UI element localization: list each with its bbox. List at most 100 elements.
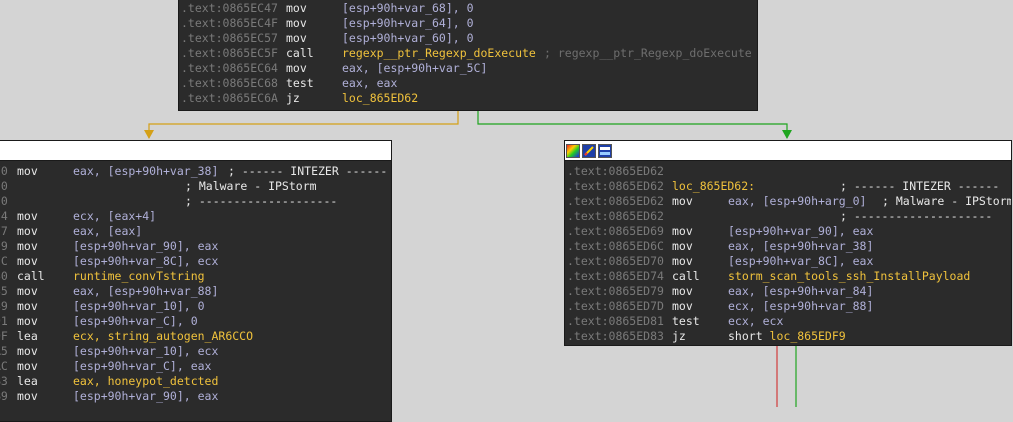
- code-address: .text:0865ED81: [567, 314, 664, 328]
- code-operands[interactable]: [esp+90h+var_8C], eax: [728, 254, 873, 269]
- code-line[interactable]: .text:0865ED81 test ecx, ecx: [565, 314, 1011, 329]
- code-operands[interactable]: [esp+90h+var_10], ecx: [73, 344, 218, 359]
- code-line[interactable]: .text:0865ED74 call storm_scan_tools_ssh_I…: [565, 269, 1011, 284]
- code-mnemonic: mov: [672, 254, 693, 268]
- top-basic-block[interactable]: .text:0865EC47 mov [esp+90h+var_68], 0 .tex…: [178, 0, 758, 111]
- code-line[interactable]: 9F lea ecx, string_autogen_AR6CCO: [0, 329, 391, 344]
- code-mnemonic: mov: [672, 194, 693, 208]
- code-line[interactable]: AC mov [esp+90h+var_C], eax: [0, 359, 391, 374]
- code-operands[interactable]: eax, [esp+90h+var_38]: [728, 239, 873, 254]
- code-operands[interactable]: eax, [esp+90h+var_84]: [728, 284, 873, 299]
- code-operands[interactable]: [esp+90h+var_8C], ecx: [73, 254, 218, 269]
- code-line[interactable]: 85 mov eax, [esp+90h+var_88]: [0, 284, 391, 299]
- code-line[interactable]: 70 ; Malware - IPStorm: [0, 179, 391, 194]
- code-line[interactable]: .text:0865ED6C mov eax, [esp+90h+var_38]: [565, 239, 1011, 254]
- code-address: 77: [0, 224, 8, 238]
- code-operands[interactable]: eax, eax: [342, 76, 397, 91]
- code-line[interactable]: .text:0865ED62: [565, 164, 1011, 179]
- left-basic-block[interactable]: 70 mov eax, [esp+90h+var_38] ; ------ INTEZ…: [0, 140, 392, 422]
- code-line[interactable]: 74 mov ecx, [eax+4]: [0, 209, 391, 224]
- code-line[interactable]: 70 ; --------------------: [0, 194, 391, 209]
- code-line[interactable]: .text:0865ED69 mov [esp+90h+var_90], eax: [565, 224, 1011, 239]
- code-line[interactable]: .text:0865EC47 mov [esp+90h+var_68], 0: [179, 1, 757, 16]
- code-line[interactable]: .text:0865ED62 ; --------------------: [565, 209, 1011, 224]
- code-mnemonic: lea: [17, 329, 38, 343]
- code-address: .text:0865EC57: [181, 31, 278, 45]
- code-mnemonic: jz: [286, 91, 300, 105]
- code-operands[interactable]: storm_scan_tools_ssh_InstallPayload: [728, 269, 970, 284]
- code-operands[interactable]: ecx, [esp+90h+var_88]: [728, 299, 873, 314]
- code-line[interactable]: .text:0865EC68 test eax, eax: [179, 76, 757, 91]
- code-address: AC: [0, 359, 8, 373]
- code-mnemonic: mov: [17, 164, 38, 178]
- edge-false-arrowhead: [144, 130, 154, 139]
- code-operands[interactable]: short loc_865EDF9: [728, 329, 846, 344]
- code-operands[interactable]: [esp+90h+var_10], 0: [73, 299, 205, 314]
- code-line[interactable]: .text:0865EC4F mov [esp+90h+var_64], 0: [179, 16, 757, 31]
- code-address: .text:0865ED62: [567, 194, 664, 208]
- code-operands[interactable]: eax, [esp+90h+arg_0]: [728, 194, 866, 209]
- code-line[interactable]: .text:0865ED62 mov eax, [esp+90h+arg_0] ; M…: [565, 194, 1011, 209]
- code-address: .text:0865ED62: [567, 179, 664, 193]
- code-operands[interactable]: [esp+90h+var_90], eax: [728, 224, 873, 239]
- code-operands[interactable]: eax, [esp+90h+var_88]: [73, 284, 218, 299]
- code-line[interactable]: .text:0865EC64 mov eax, [esp+90h+var_5C]: [179, 61, 757, 76]
- code-line[interactable]: 80 call runtime_convTstring: [0, 269, 391, 284]
- code-address: B9: [0, 389, 8, 403]
- code-line[interactable]: 70 mov eax, [esp+90h+var_38] ; ------ INTEZ…: [0, 164, 391, 179]
- code-line[interactable]: .text:0865ED62 loc_865ED62: ; ------ INTEZ…: [565, 179, 1011, 194]
- edit-node-icon[interactable]: [582, 143, 596, 158]
- code-operands[interactable]: [esp+90h+var_C], eax: [73, 359, 211, 374]
- code-mnemonic: mov: [17, 254, 38, 268]
- code-mnemonic: mov: [17, 224, 38, 238]
- right-block-titlebar: [565, 141, 1011, 161]
- graph-overview-icon[interactable]: [598, 143, 612, 158]
- color-palette-icon[interactable]: [566, 143, 580, 158]
- code-operands[interactable]: eax, [eax]: [73, 224, 142, 239]
- code-address: .text:0865ED7D: [567, 299, 664, 313]
- code-line[interactable]: .text:0865ED70 mov [esp+90h+var_8C], eax: [565, 254, 1011, 269]
- code-line[interactable]: A5 mov [esp+90h+var_10], ecx: [0, 344, 391, 359]
- code-line[interactable]: .text:0865EC6A jz loc_865ED62: [179, 91, 757, 106]
- code-operands[interactable]: ecx, [eax+4]: [73, 209, 156, 224]
- code-operands[interactable]: eax, honeypot_detcted: [73, 374, 218, 389]
- code-mnemonic: mov: [672, 284, 693, 298]
- right-basic-block[interactable]: .text:0865ED62 .text:0865ED62 loc_865ED62:…: [564, 140, 1012, 346]
- code-address: 80: [0, 269, 8, 283]
- edge-true-arrowhead: [782, 130, 792, 139]
- code-operands[interactable]: loc_865ED62: [342, 91, 418, 106]
- code-operands[interactable]: eax, [esp+90h+var_38]: [73, 164, 218, 179]
- code-line[interactable]: 77 mov eax, [eax]: [0, 224, 391, 239]
- code-operands[interactable]: [esp+90h+var_60], 0: [342, 31, 474, 46]
- code-line[interactable]: 7C mov [esp+90h+var_8C], ecx: [0, 254, 391, 269]
- code-address: .text:0865EC6A: [181, 91, 278, 105]
- code-line[interactable]: B9 mov [esp+90h+var_90], eax: [0, 389, 391, 404]
- code-operands[interactable]: [esp+90h+var_90], eax: [73, 239, 218, 254]
- code-address: 91: [0, 314, 8, 328]
- code-operands[interactable]: runtime_convTstring: [73, 269, 205, 284]
- code-line[interactable]: .text:0865ED83 jz short loc_865EDF9: [565, 329, 1011, 344]
- code-comment: ; --------------------: [840, 209, 993, 223]
- code-line[interactable]: B3 lea eax, honeypot_detcted: [0, 374, 391, 389]
- code-line[interactable]: .text:0865ED7D mov ecx, [esp+90h+var_88]: [565, 299, 1011, 314]
- code-operands[interactable]: [esp+90h+var_90], eax: [73, 389, 218, 404]
- code-line[interactable]: 79 mov [esp+90h+var_90], eax: [0, 239, 391, 254]
- code-line[interactable]: 89 mov [esp+90h+var_10], 0: [0, 299, 391, 314]
- code-mnemonic: mov: [17, 359, 38, 373]
- edge-true-branch: [477, 110, 788, 138]
- code-operands[interactable]: ecx, ecx: [728, 314, 783, 329]
- code-mnemonic: call: [17, 269, 45, 283]
- code-line[interactable]: .text:0865ED79 mov eax, [esp+90h+var_84]: [565, 284, 1011, 299]
- code-operands[interactable]: [esp+90h+var_C], 0: [73, 314, 198, 329]
- left-block-code: 70 mov eax, [esp+90h+var_38] ; ------ INTEZ…: [0, 161, 391, 404]
- code-operands[interactable]: eax, [esp+90h+var_5C]: [342, 61, 487, 76]
- code-operands[interactable]: regexp__ptr_Regexp_doExecute: [342, 46, 536, 61]
- code-line[interactable]: .text:0865EC5F call regexp__ptr_Regexp_doE…: [179, 46, 757, 61]
- code-mnemonic: test: [286, 76, 314, 90]
- code-mnemonic: mov: [286, 31, 307, 45]
- code-line[interactable]: 91 mov [esp+90h+var_C], 0: [0, 314, 391, 329]
- code-line[interactable]: .text:0865EC57 mov [esp+90h+var_60], 0: [179, 31, 757, 46]
- code-operands[interactable]: [esp+90h+var_64], 0: [342, 16, 474, 31]
- code-operands[interactable]: ecx, string_autogen_AR6CCO: [73, 329, 253, 344]
- code-operands[interactable]: [esp+90h+var_68], 0: [342, 1, 474, 16]
